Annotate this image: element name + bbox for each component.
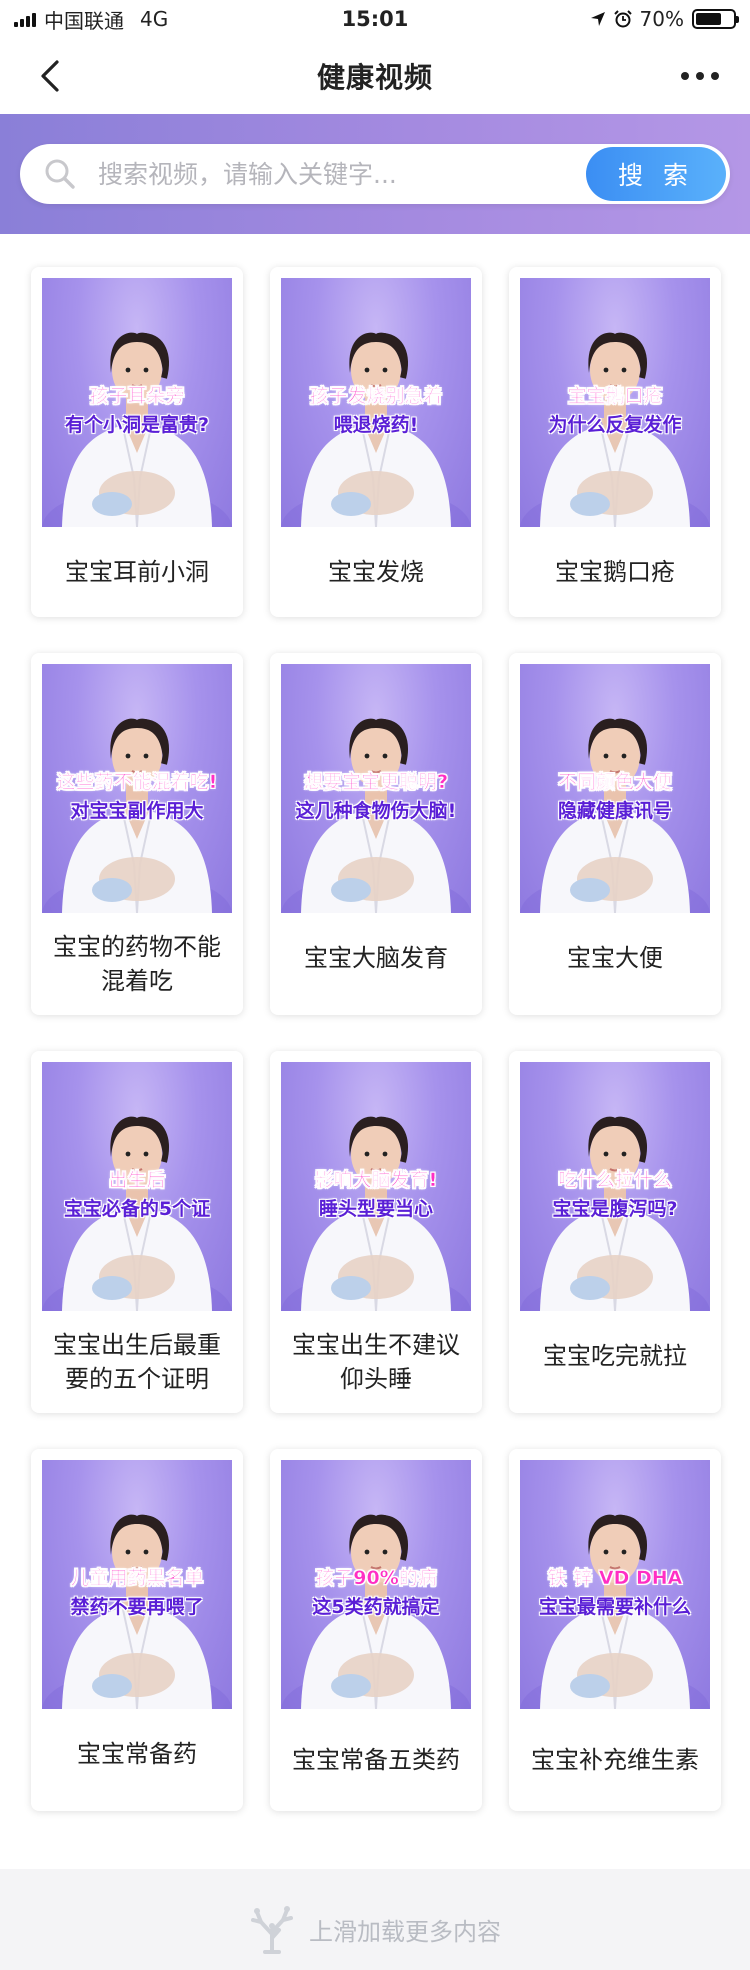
caption-line: 孩子发烧别急着 [309,385,443,407]
caption-line: 铁 锌 VD DHA [547,1567,683,1589]
caption-line: 这些药不能混着吃! [56,771,218,793]
video-card[interactable]: 孩子耳朵旁有个小洞是富贵? 宝宝耳前小洞 [31,267,243,617]
video-title: 宝宝大脑发育 [304,944,448,972]
caption-line: 喂退烧药! [333,414,419,436]
video-thumbnail: 孩子发烧别急着 喂退烧药! [281,278,471,527]
thumbnail-caption: 吃什么拉什么 宝宝是腹泻吗? [520,1166,710,1224]
alarm-clock-icon [613,10,632,28]
video-card[interactable]: 宝宝鹅口疮 为什么反复发作 宝宝鹅口疮 [509,267,721,617]
video-thumbnail: 孩子耳朵旁有个小洞是富贵? [42,278,232,527]
thumbnail-caption: 想要宝宝更聪明? 这几种食物伤大脑! [281,768,471,826]
more-options-button[interactable] [670,46,730,106]
video-title: 宝宝补充维生素 [531,1746,699,1774]
caption-line: 出生后 [108,1169,166,1191]
video-title: 宝宝的药物不能混着吃 [53,933,221,995]
video-title: 宝宝出生后最重要的五个证明 [53,1331,221,1393]
caption-line: 对宝宝副作用大 [70,800,204,822]
network-label: 4G [140,7,169,31]
status-bar: 中国联通 4G 15:01 70% [0,0,750,38]
chevron-left-icon [41,60,59,92]
caption-line: 宝宝鹅口疮 [567,385,663,407]
video-title: 宝宝常备五类药 [292,1746,460,1774]
caption-line: 这5类药就搞定 [312,1596,440,1618]
caption-line: 为什么反复发作 [548,414,682,436]
video-thumbnail: 影响大脑发育! 睡头型要当心 [281,1062,471,1311]
caption-line: 隐藏健康讯号 [557,800,672,822]
thumbnail-caption: 铁 锌 VD DHA 宝宝最需要补什么 [520,1564,710,1622]
carrier-label: 中国联通 [44,8,124,33]
video-title: 宝宝大便 [567,944,663,972]
caption-line: 吃什么拉什么 [557,1169,672,1191]
video-card[interactable]: 儿童用药黑名单 禁药不要再喂了宝宝常备药 [31,1449,243,1811]
thumbnail-caption: 儿童用药黑名单 禁药不要再喂了 [42,1564,232,1622]
video-title: 宝宝吃完就拉 [543,1342,687,1370]
search-icon [40,154,80,194]
thumbnail-caption: 孩子90%的病 这5类药就搞定 [281,1564,471,1622]
caption-line: 睡头型要当心 [318,1198,433,1220]
search-band: 搜 索 [0,114,750,234]
video-card[interactable]: 出生后宝宝必备的5个证宝宝出生后最重要的五个证明 [31,1051,243,1413]
clock: 15:01 [341,7,409,31]
video-thumbnail: 想要宝宝更聪明? 这几种食物伤大脑! [281,664,471,913]
load-more-text: 上滑加载更多内容 [309,1917,501,1946]
thumbnail-caption: 出生后宝宝必备的5个证 [42,1166,232,1224]
coral-icon [251,1906,293,1954]
thumbnail-caption: 影响大脑发育! 睡头型要当心 [281,1166,471,1224]
thumbnail-caption: 不同颜色大便 隐藏健康讯号 [520,768,710,826]
battery-percent: 70% [639,7,684,31]
caption-line: 孩子耳朵旁 [89,385,185,407]
thumbnail-caption: 孩子发烧别急着 喂退烧药! [281,382,471,440]
video-thumbnail: 出生后宝宝必备的5个证 [42,1062,232,1311]
video-list: 孩子耳朵旁有个小洞是富贵? 宝宝耳前小洞 孩子发烧别急着 喂退烧药! 宝宝发烧 宝宝鹅… [0,234,750,1869]
video-thumbnail: 儿童用药黑名单 禁药不要再喂了 [42,1460,232,1709]
caption-line: 宝宝最需要补什么 [538,1596,691,1618]
caption-line: 不同颜色大便 [557,771,672,793]
battery-icon [691,9,739,29]
thumbnail-caption: 孩子耳朵旁有个小洞是富贵? [42,382,232,440]
video-thumbnail: 宝宝鹅口疮为什么反复发作 [520,278,710,527]
status-left: 中国联通 4G [14,5,254,34]
caption-line: 想要宝宝更聪明? [303,771,449,793]
video-card[interactable]: 不同颜色大便 隐藏健康讯号宝宝大便 [509,653,721,1015]
status-right: 70% [496,7,739,31]
back-button[interactable] [20,46,80,106]
search-box: 搜 索 [20,144,730,204]
load-more-hint: 上滑加载更多内容 [0,1869,750,1970]
video-card[interactable]: 孩子发烧别急着 喂退烧药! 宝宝发烧 [270,267,482,617]
caption-line: 这几种食物伤大脑! [295,800,457,822]
caption-line: 影响大脑发育! [314,1169,438,1191]
video-thumbnail: 不同颜色大便 隐藏健康讯号 [520,664,710,913]
thumbnail-caption: 宝宝鹅口疮为什么反复发作 [520,382,710,440]
thumbnail-caption: 这些药不能混着吃! 对宝宝副作用大 [42,768,232,826]
caption-line: 儿童用药黑名单 [70,1567,204,1589]
caption-line: 孩子90%的病 [315,1567,437,1589]
video-card[interactable]: 想要宝宝更聪明? 这几种食物伤大脑! 宝宝大脑发育 [270,653,482,1015]
video-title: 宝宝常备药 [77,1740,197,1768]
video-card[interactable]: 影响大脑发育! 睡头型要当心宝宝出生不建议仰头睡 [270,1051,482,1413]
video-card[interactable]: 铁 锌 VD DHA 宝宝最需要补什么宝宝补充维生素 [509,1449,721,1811]
page-title: 健康视频 [316,61,433,94]
video-thumbnail: 孩子90%的病 这5类药就搞定 [281,1460,471,1709]
video-thumbnail: 铁 锌 VD DHA 宝宝最需要补什么 [520,1460,710,1709]
video-title: 宝宝耳前小洞 [65,558,209,586]
caption-line: 宝宝是腹泻吗? [552,1198,678,1220]
video-title: 宝宝鹅口疮 [555,558,675,586]
video-grid: 孩子耳朵旁有个小洞是富贵? 宝宝耳前小洞 孩子发烧别急着 喂退烧药! 宝宝发烧 宝宝鹅… [31,267,721,1847]
video-card[interactable]: 这些药不能混着吃! 对宝宝副作用大宝宝的药物不能混着吃 [31,653,243,1015]
caption-line: 宝宝必备的5个证 [63,1198,211,1220]
more-dots-icon [680,72,719,80]
video-title: 宝宝发烧 [328,558,424,586]
caption-line: 有个小洞是富贵? [64,414,210,436]
search-button[interactable]: 搜 索 [586,147,726,201]
video-title: 宝宝出生不建议仰头睡 [292,1331,460,1393]
video-card[interactable]: 吃什么拉什么 宝宝是腹泻吗? 宝宝吃完就拉 [509,1051,721,1413]
video-card[interactable]: 孩子90%的病 这5类药就搞定宝宝常备五类药 [270,1449,482,1811]
video-thumbnail: 这些药不能混着吃! 对宝宝副作用大 [42,664,232,913]
search-input[interactable] [80,159,586,189]
caption-line: 禁药不要再喂了 [70,1596,204,1618]
video-thumbnail: 吃什么拉什么 宝宝是腹泻吗? [520,1062,710,1311]
location-arrow-icon [590,12,605,26]
signal-icon [14,11,36,27]
nav-bar: 健康视频 [0,38,750,114]
